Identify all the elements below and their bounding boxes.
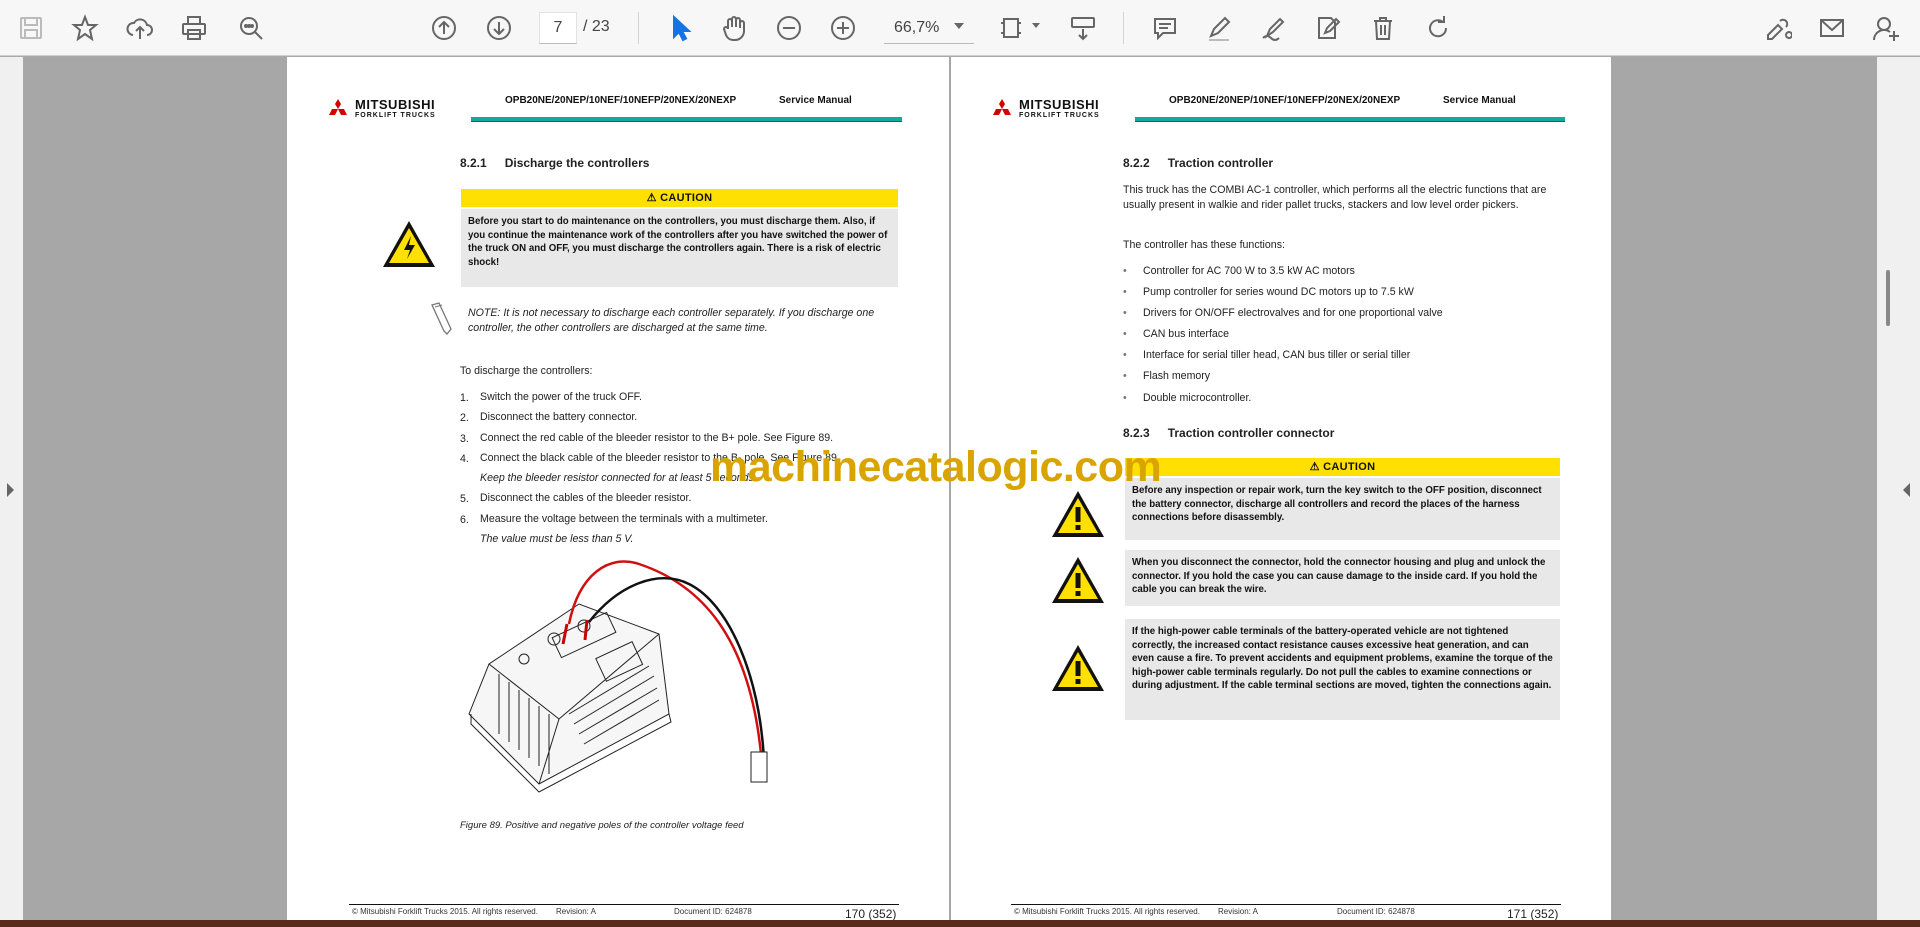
page-total: / 23 [583,18,610,36]
section-heading: 8.2.1 Discharge the controllers [460,156,649,170]
highlight-pen-icon[interactable] [1199,8,1239,48]
page-171: MITSUBISHI FORKLIFT TRUCKS OPB20NE/20NEP/… [951,57,1611,927]
functions-intro: The controller has these functions: [1123,239,1285,251]
toolbar: 7 / 23 66,7% [0,0,1920,56]
section-title: Traction controller connector [1167,426,1335,440]
page-number: 170 (352) [845,907,897,921]
header-model: OPB20NE/20NEP/10NEF/10NEFP/20NEX/20NEXP [1169,95,1401,106]
mitsubishi-diamonds-icon [993,99,1011,115]
add-user-icon[interactable] [1866,8,1906,48]
header-rule [471,117,902,122]
page-separator: / [583,18,588,35]
email-icon[interactable] [1812,8,1852,48]
sign-link-icon[interactable] [1757,8,1797,48]
logo-subtext: FORKLIFT TRUCKS [355,112,436,119]
step-text: Disconnect the cables of the bleeder res… [480,492,692,504]
warning-icon [1052,645,1104,691]
note-text: NOTE: It is not necessary to discharge e… [468,307,875,334]
caution-label: CAUTION [1323,461,1376,473]
caution-text: Before you start to do maintenance on th… [461,209,898,287]
expand-left-panel-icon[interactable] [7,483,14,497]
controller-intro: This truck has the COMBI AC-1 controller… [1123,184,1547,211]
scrollbar-thumb[interactable] [1886,270,1890,326]
logo-subtext: FORKLIFT TRUCKS [1019,112,1100,119]
page-number: 171 (352) [1507,907,1559,921]
steps-intro: To discharge the controllers: [460,365,593,377]
section-heading: 8.2.3 Traction controller connector [1123,426,1334,440]
header-service-manual: Service Manual [779,95,852,106]
function-item: Drivers for ON/OFF electrovalves and for… [1123,306,1443,321]
bottom-edge [0,920,1920,927]
section-number: 8.2.2 [1123,156,1150,170]
note-pencil-icon [431,302,452,335]
chevron-down-icon[interactable] [954,23,964,29]
controller-figure [468,560,768,793]
bookmark-star-icon[interactable] [65,8,105,48]
section-number: 8.2.3 [1123,426,1150,440]
caution-text: When you disconnect the connector, hold … [1125,550,1560,606]
comment-icon[interactable] [1145,8,1185,48]
upload-cloud-icon[interactable] [120,8,160,48]
zoom-search-icon[interactable] [231,8,271,48]
function-item: Controller for AC 700 W to 3.5 kW AC mot… [1123,264,1355,279]
watermark-text: machinecatalogic.com [710,443,1162,491]
caution-text: If the high-power cable terminals of the… [1125,619,1560,720]
header-model: OPB20NE/20NEP/10NEF/10NEFP/20NEX/20NEXP [505,95,737,106]
mitsubishi-logo: MITSUBISHI FORKLIFT TRUCKS [989,97,1100,121]
function-item: CAN bus interface [1123,327,1229,342]
function-item: Double microcontroller. [1123,391,1251,406]
function-item: Pump controller for series wound DC moto… [1123,285,1414,300]
function-item: Interface for serial tiller head, CAN bu… [1123,348,1410,363]
step-number: 1. [460,392,469,404]
caution-header: ⚠ CAUTION [461,189,898,207]
save-icon[interactable] [11,8,51,48]
page-170: MITSUBISHI FORKLIFT TRUCKS OPB20NE/20NEP/… [287,57,949,927]
edit-text-icon[interactable] [1308,8,1348,48]
keyboard-scroll-icon[interactable] [1063,8,1103,48]
delete-trash-icon[interactable] [1363,8,1403,48]
print-icon[interactable] [174,8,214,48]
step-number: 3. [460,433,469,445]
page-fit-icon[interactable] [993,8,1033,48]
step-number: 5. [460,493,469,505]
function-item: Flash memory [1123,369,1210,384]
rotate-icon[interactable] [1418,8,1458,48]
step-number: 4. [460,453,469,465]
logo-text: MITSUBISHI [1019,97,1100,112]
previous-page-icon[interactable] [424,8,464,48]
page-number-input[interactable]: 7 [539,12,577,44]
header-service-manual: Service Manual [1443,95,1516,106]
caution-header: ⚠ CAUTION [1125,458,1560,476]
step-text: Measure the voltage between the terminal… [480,513,768,525]
section-title: Traction controller [1167,156,1274,170]
zoom-in-icon[interactable] [823,8,863,48]
mitsubishi-diamonds-icon [329,99,347,115]
step-number: 2. [460,412,469,424]
warning-icon [1052,491,1104,537]
page-total-count: 23 [591,18,610,35]
section-heading: 8.2.2 Traction controller [1123,156,1273,170]
right-panel-strip [1877,57,1920,927]
draw-freehand-icon[interactable] [1254,8,1294,48]
next-page-icon[interactable] [479,8,519,48]
figure-caption: Figure 89. Positive and negative poles o… [460,820,744,831]
step-text: Disconnect the battery connector. [480,411,638,423]
hand-tool-icon[interactable] [714,8,754,48]
chevron-down-icon[interactable] [1032,23,1040,28]
logo-text: MITSUBISHI [355,97,436,112]
step-number: 6. [460,514,469,526]
zoom-out-icon[interactable] [769,8,809,48]
caution-text: Before any inspection or repair work, tu… [1125,478,1560,540]
section-number: 8.2.1 [460,156,487,170]
header-rule [1135,117,1565,122]
caution-label: CAUTION [660,192,713,204]
step-text: Switch the power of the truck OFF. [480,391,642,403]
select-cursor-icon[interactable] [660,8,700,48]
section-title: Discharge the controllers [504,156,650,170]
step-subtext: The value must be less than 5 V. [480,533,634,545]
expand-right-panel-icon[interactable] [1903,483,1910,497]
electric-hazard-icon [383,221,435,267]
mitsubishi-logo: MITSUBISHI FORKLIFT TRUCKS [325,97,436,121]
warning-icon [1052,557,1104,603]
